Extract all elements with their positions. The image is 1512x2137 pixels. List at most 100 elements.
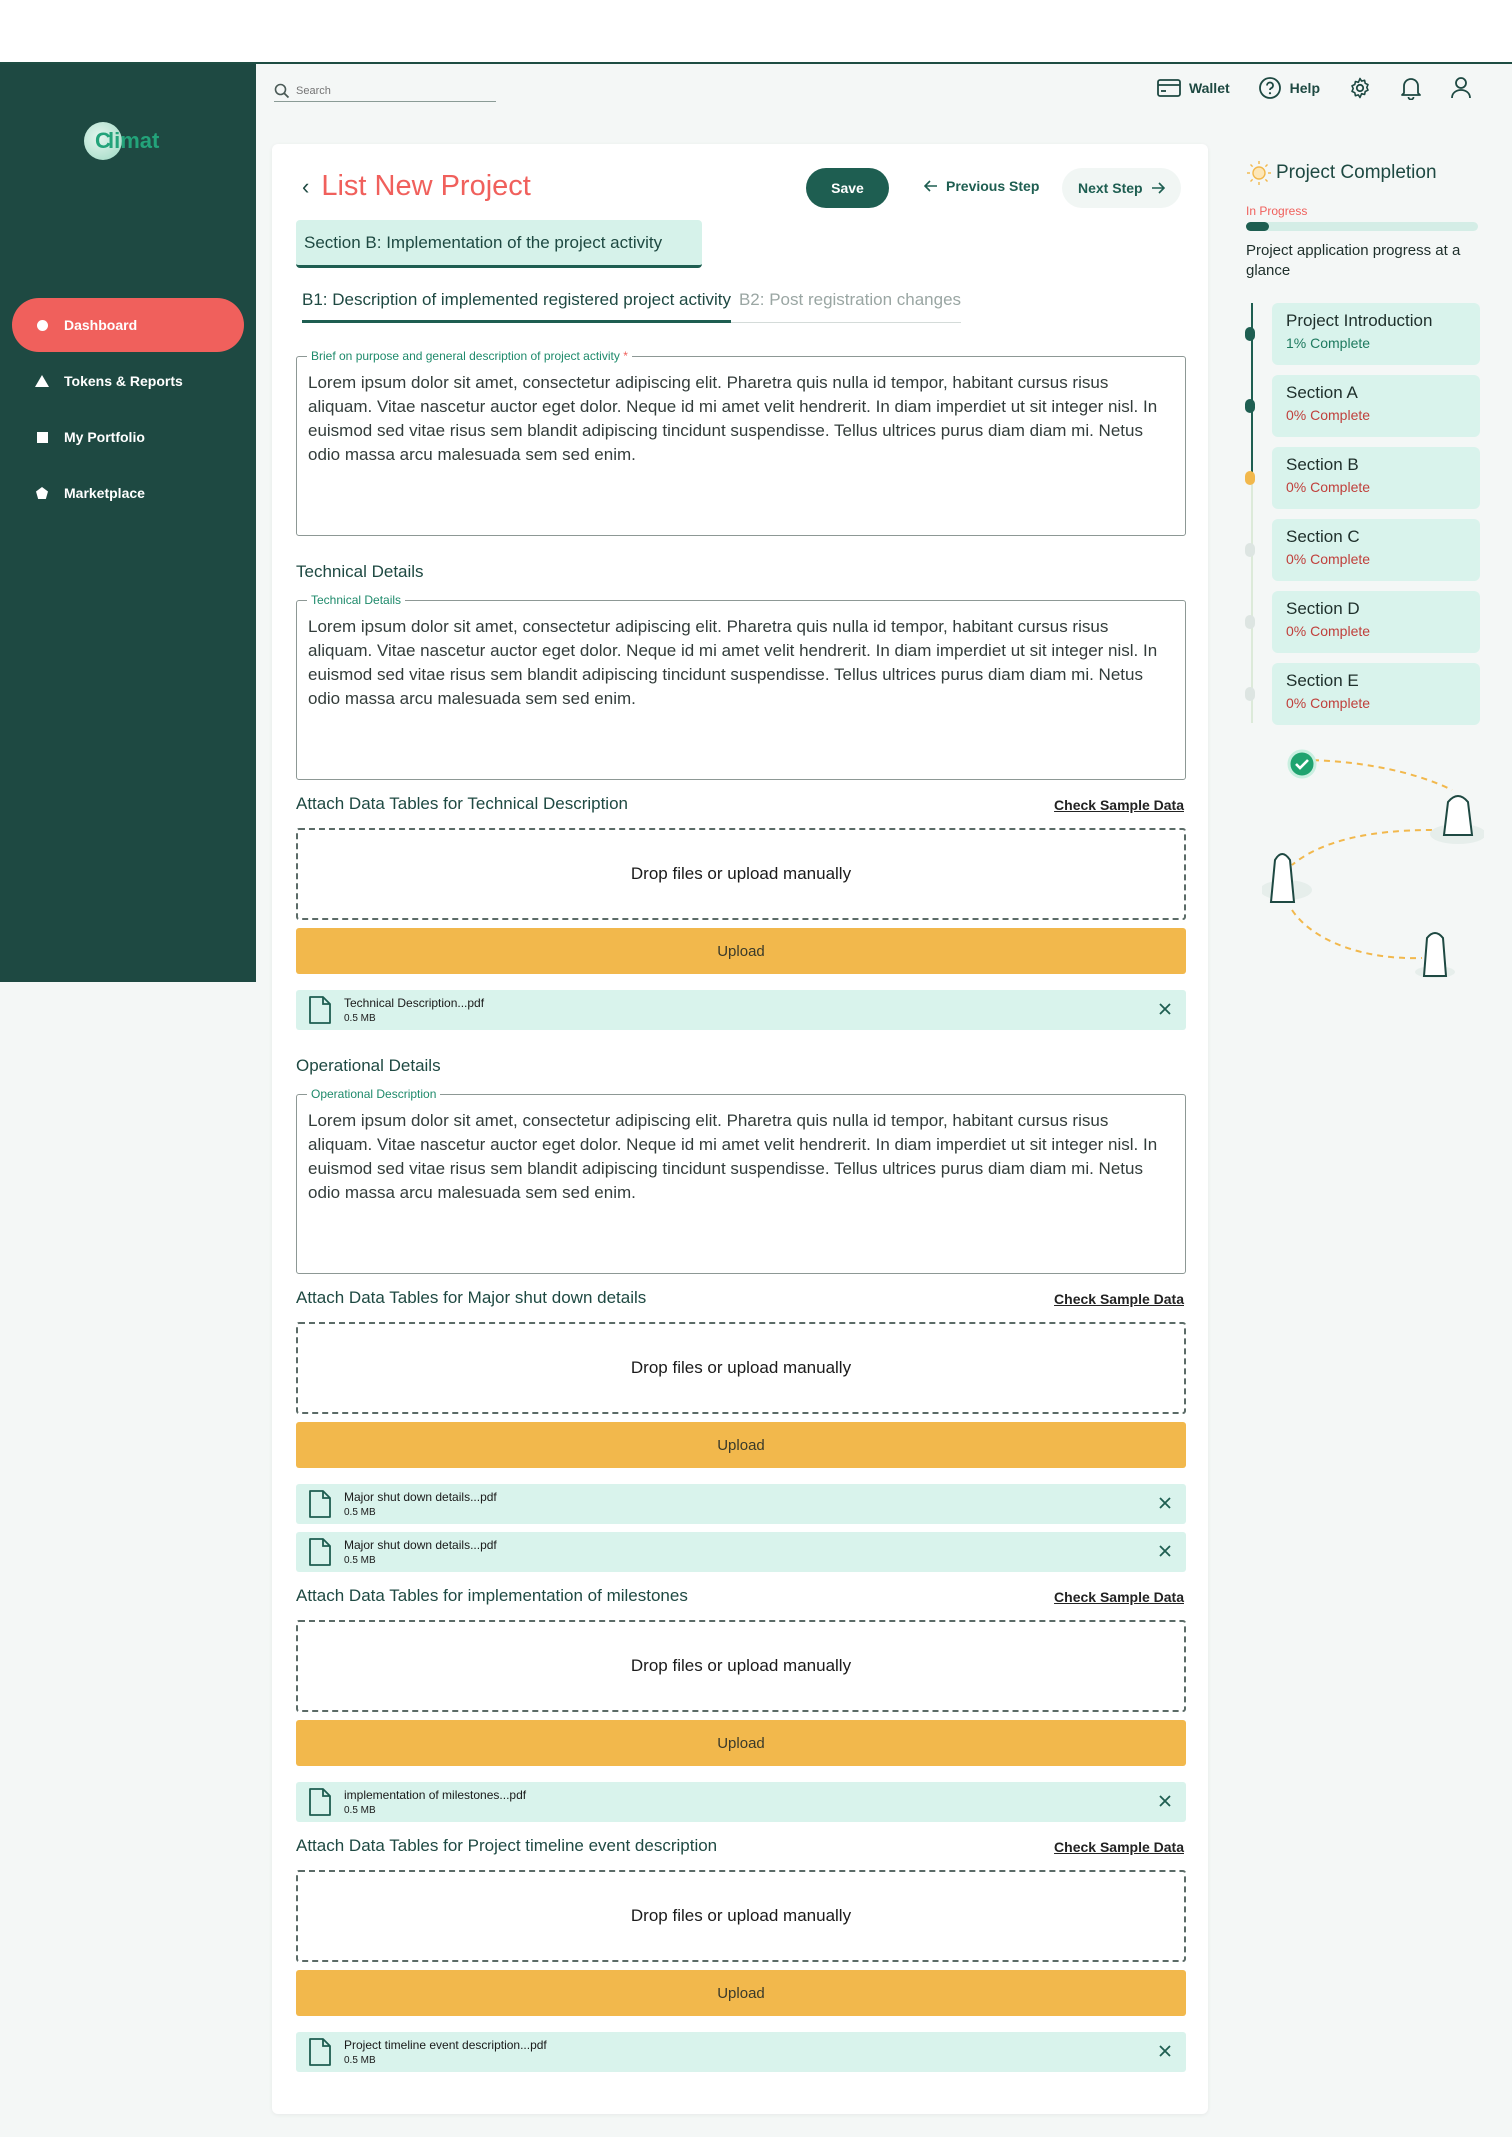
- operational-description-field[interactable]: Operational Description Lorem ipsum dolo…: [296, 1087, 1186, 1274]
- step-marker: [1245, 615, 1255, 629]
- file-size: 0.5 MB: [344, 1507, 376, 1518]
- file-name: Major shut down details...pdf: [344, 1490, 497, 1504]
- file-name: Major shut down details...pdf: [344, 1538, 497, 1552]
- step-section-e[interactable]: Section E 0% Complete: [1245, 663, 1480, 725]
- step-title: Section E: [1286, 671, 1359, 690]
- project-form-card: ‹ List New Project Save Previous Step Ne…: [272, 144, 1208, 2114]
- wallet-label: Wallet: [1188, 80, 1230, 96]
- step-progress: 0% Complete: [1286, 695, 1371, 711]
- section-title: Section B: Implementation of the project…: [296, 220, 702, 268]
- completion-progress-fill: [1246, 222, 1270, 231]
- tab-b1[interactable]: B1: Description of implemented registere…: [302, 290, 731, 323]
- milestone-marker-1: [1430, 795, 1484, 844]
- circle-icon: [34, 317, 50, 333]
- upload-button[interactable]: Upload: [296, 1970, 1186, 2016]
- logo-text: limat: [108, 128, 160, 153]
- file-icon: [309, 1538, 331, 1566]
- close-icon[interactable]: [1156, 1494, 1174, 1512]
- step-progress: 0% Complete: [1286, 479, 1371, 495]
- save-button[interactable]: Save: [806, 168, 889, 208]
- operational-description-text: Lorem ipsum dolor sit amet, consectetur …: [308, 1111, 1158, 1202]
- completion-status: In Progress: [1246, 204, 1308, 218]
- gear-icon: [1351, 77, 1369, 99]
- wallet-button[interactable]: Wallet: [1157, 78, 1230, 98]
- upload-button[interactable]: Upload: [296, 1720, 1186, 1766]
- step-title: Section B: [1286, 455, 1359, 474]
- bell-icon: [1401, 78, 1421, 100]
- triangle-icon: [34, 373, 50, 389]
- technical-details-legend: Technical Details: [307, 593, 406, 607]
- help-button[interactable]: Help: [1258, 76, 1320, 100]
- sidebar-item-tokens-reports[interactable]: Tokens & Reports: [12, 354, 244, 408]
- step-title: Section C: [1286, 527, 1360, 546]
- technical-details-heading: Technical Details: [296, 562, 424, 581]
- sidebar-item-my-portfolio[interactable]: My Portfolio: [12, 410, 244, 464]
- step-marker: [1245, 687, 1255, 701]
- top-actions: Wallet Help: [1157, 76, 1472, 100]
- close-icon[interactable]: [1156, 1542, 1174, 1560]
- sidebar-item-label: Tokens & Reports: [64, 373, 183, 389]
- completion-progress-bar: [1246, 222, 1478, 231]
- upload-button[interactable]: Upload: [296, 928, 1186, 974]
- technical-details-text: Lorem ipsum dolor sit amet, consectetur …: [308, 617, 1158, 708]
- uploaded-file: Technical Description...pdf 0.5 MB: [296, 990, 1186, 1030]
- check-sample-data-link[interactable]: Check Sample Data: [1054, 1839, 1184, 1855]
- sidebar-item-label: My Portfolio: [64, 429, 145, 445]
- arrow-left-icon: [924, 180, 937, 192]
- brief-description-field[interactable]: Brief on purpose and general description…: [296, 349, 1186, 536]
- file-dropzone[interactable]: Drop files or upload manually: [296, 1870, 1186, 1962]
- uploaded-file: Major shut down details...pdf 0.5 MB: [296, 1484, 1186, 1524]
- close-icon[interactable]: [1156, 1000, 1174, 1018]
- milestone-marker-2: [1262, 853, 1312, 903]
- check-sample-data-link[interactable]: Check Sample Data: [1054, 1589, 1184, 1605]
- arrow-right-icon: [1151, 182, 1165, 194]
- back-chevron-icon[interactable]: ‹: [302, 174, 309, 200]
- previous-step-button[interactable]: Previous Step: [924, 178, 1039, 194]
- tab-b2[interactable]: B2: Post registration changes: [730, 290, 962, 323]
- notifications-button[interactable]: [1400, 76, 1422, 100]
- search-icon: [274, 83, 290, 98]
- upload-button[interactable]: Upload: [296, 1422, 1186, 1468]
- page-title: List New Project: [321, 170, 531, 202]
- step-section-c[interactable]: Section C 0% Complete: [1245, 519, 1480, 581]
- uploaded-file: implementation of milestones...pdf 0.5 M…: [296, 1782, 1186, 1822]
- profile-button[interactable]: [1450, 76, 1472, 100]
- attach-heading: Attach Data Tables for implementation of…: [296, 1586, 688, 1605]
- file-dropzone[interactable]: Drop files or upload manually: [296, 1620, 1186, 1712]
- milestone-path-illustration: [1262, 749, 1484, 978]
- user-icon: [1451, 77, 1471, 99]
- logo: C limat: [84, 120, 159, 162]
- next-step-button[interactable]: Next Step: [1062, 168, 1181, 208]
- check-sample-data-link[interactable]: Check Sample Data: [1054, 1291, 1184, 1307]
- wallet-icon: [1157, 79, 1181, 97]
- sidebar-nav: Dashboard Tokens & Reports My Portfolio …: [12, 298, 244, 522]
- section-tabs: B1: Description of implemented registere…: [302, 290, 962, 323]
- close-icon[interactable]: [1156, 2042, 1174, 2060]
- step-project-introduction[interactable]: Project Introduction 1% Complete: [1245, 303, 1480, 365]
- file-icon: [309, 1490, 331, 1518]
- completion-title: Project Completion: [1276, 162, 1437, 183]
- sidebar-item-marketplace[interactable]: Marketplace: [12, 466, 244, 520]
- sidebar-item-dashboard[interactable]: Dashboard: [12, 298, 244, 352]
- help-label: Help: [1289, 80, 1320, 96]
- step-title: Section D: [1286, 599, 1360, 618]
- search-input[interactable]: [296, 84, 476, 97]
- step-section-a[interactable]: Section A 0% Complete: [1245, 375, 1480, 437]
- close-icon[interactable]: [1156, 1792, 1174, 1810]
- file-dropzone[interactable]: Drop files or upload manually: [296, 1322, 1186, 1414]
- technical-details-field[interactable]: Technical Details Lorem ipsum dolor sit …: [296, 593, 1186, 780]
- pentagon-icon: [34, 485, 50, 501]
- file-dropzone[interactable]: Drop files or upload manually: [296, 828, 1186, 920]
- step-marker: [1245, 327, 1255, 341]
- file-icon: [309, 1788, 331, 1816]
- sidebar: C limat Dashboard Tokens & Reports My Po…: [0, 64, 256, 982]
- step-section-b[interactable]: Section B 0% Complete: [1245, 447, 1480, 509]
- file-size: 0.5 MB: [344, 2055, 376, 2066]
- square-icon: [34, 429, 50, 445]
- settings-button[interactable]: [1348, 76, 1372, 100]
- sidebar-item-label: Dashboard: [64, 317, 138, 333]
- file-icon: [309, 2038, 331, 2066]
- step-section-d[interactable]: Section D 0% Complete: [1245, 591, 1480, 653]
- completion-header: Project Completion: [1246, 160, 1480, 186]
- check-sample-data-link[interactable]: Check Sample Data: [1054, 797, 1184, 813]
